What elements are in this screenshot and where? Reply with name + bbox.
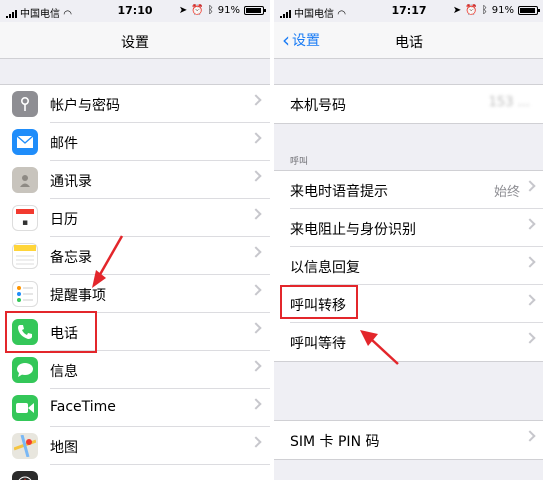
page-title: 电话 bbox=[395, 35, 423, 51]
chevron-right-icon bbox=[250, 436, 262, 448]
highlight-box bbox=[280, 285, 358, 319]
sim-pin-label: SIM 卡 PIN 码 bbox=[290, 434, 380, 450]
settings-item-label: 地图 bbox=[50, 440, 78, 456]
my-number-value: 153 ... bbox=[488, 95, 530, 110]
settings-item-label: 信息 bbox=[50, 364, 78, 380]
settings-item-calendar[interactable]: ▪ 日历 bbox=[0, 199, 270, 237]
calls-list: 来电时语音提示 始终 来电阻止与身份识别 以信息回复 呼叫转移 呼叫等待 bbox=[274, 170, 543, 362]
my-number-group: 本机号码 153 ... bbox=[274, 84, 543, 124]
announce-calls-label: 来电时语音提示 bbox=[290, 184, 388, 200]
my-number-row[interactable]: 本机号码 153 ... bbox=[274, 85, 543, 123]
settings-item-accounts[interactable]: 帐户与密码 bbox=[0, 85, 270, 123]
notes-icon bbox=[12, 243, 38, 269]
chevron-right-icon bbox=[524, 294, 536, 306]
settings-item-label: 邮件 bbox=[50, 136, 78, 152]
chevron-right-icon bbox=[250, 360, 262, 372]
call-blocking-row[interactable]: 来电阻止与身份识别 bbox=[274, 209, 543, 247]
chevron-right-icon bbox=[250, 398, 262, 410]
settings-item-maps[interactable]: 地图 bbox=[0, 427, 270, 465]
chevron-right-icon bbox=[250, 322, 262, 334]
settings-item-label: 帐户与密码 bbox=[50, 98, 120, 114]
contacts-icon bbox=[12, 167, 38, 193]
maps-icon bbox=[12, 433, 38, 459]
settings-item-reminders[interactable]: 提醒事项 bbox=[0, 275, 270, 313]
respond-with-text-label: 以信息回复 bbox=[290, 260, 360, 276]
alarm-icon: ⏰ bbox=[191, 5, 204, 16]
message-icon bbox=[12, 357, 38, 383]
mail-icon bbox=[12, 129, 38, 155]
location-icon: ➤ bbox=[178, 5, 188, 16]
annotation-arrow-icon bbox=[360, 330, 399, 365]
settings-item-compass[interactable] bbox=[0, 465, 270, 480]
battery-percent: 91% bbox=[217, 5, 240, 16]
chevron-right-icon bbox=[524, 180, 536, 192]
key-icon bbox=[12, 91, 38, 117]
battery-icon bbox=[244, 6, 266, 15]
highlight-box bbox=[5, 311, 97, 353]
phone-settings-screen: 中国电信 ◠ 17:17 ➤ ⏰ ᛒ 91% ‹ 设置 电话 本机号码 153 … bbox=[274, 0, 543, 480]
status-bar: 中国电信 ◠ 17:10 ➤ ⏰ ᛒ 91% bbox=[0, 0, 270, 22]
settings-screen: 中国电信 ◠ 17:10 ➤ ⏰ ᛒ 91% 设置 帐户与密码 邮件 通讯录 ▪… bbox=[0, 0, 270, 480]
compass-icon bbox=[12, 471, 38, 480]
settings-item-messages[interactable]: 信息 bbox=[0, 351, 270, 389]
chevron-right-icon bbox=[524, 332, 536, 344]
respond-with-text-row[interactable]: 以信息回复 bbox=[274, 247, 543, 285]
chevron-right-icon bbox=[524, 218, 536, 230]
battery-percent: 91% bbox=[491, 5, 514, 16]
chevron-right-icon bbox=[250, 208, 262, 220]
settings-list: 帐户与密码 邮件 通讯录 ▪ 日历 备忘录 提醒事项 电话 信息 FaceTim… bbox=[0, 84, 270, 480]
annotation-arrow-icon bbox=[92, 235, 124, 288]
status-bar: 中国电信 ◠ 17:17 ➤ ⏰ ᛒ 91% bbox=[274, 0, 543, 22]
sim-group: SIM 卡 PIN 码 bbox=[274, 420, 543, 460]
battery-icon bbox=[518, 6, 540, 15]
sim-pin-row[interactable]: SIM 卡 PIN 码 bbox=[274, 421, 543, 459]
settings-item-notes[interactable]: 备忘录 bbox=[0, 237, 270, 275]
bluetooth-icon: ᛒ bbox=[481, 5, 488, 16]
page-title: 设置 bbox=[121, 35, 149, 51]
bluetooth-icon: ᛒ bbox=[207, 5, 214, 16]
svg-text:▪: ▪ bbox=[22, 218, 28, 227]
reminders-icon bbox=[12, 281, 38, 307]
chevron-right-icon bbox=[250, 284, 262, 296]
alarm-icon: ⏰ bbox=[465, 5, 478, 16]
chevron-right-icon bbox=[250, 246, 262, 258]
call-blocking-label: 来电阻止与身份识别 bbox=[290, 222, 416, 238]
facetime-icon bbox=[12, 395, 38, 421]
nav-bar: ‹ 设置 电话 bbox=[274, 22, 543, 59]
settings-item-label: 备忘录 bbox=[50, 250, 92, 266]
settings-item-facetime[interactable]: FaceTime bbox=[0, 389, 270, 427]
settings-item-mail[interactable]: 邮件 bbox=[0, 123, 270, 161]
settings-item-label: 日历 bbox=[50, 212, 78, 228]
chevron-right-icon bbox=[524, 430, 536, 442]
call-waiting-row[interactable]: 呼叫等待 bbox=[274, 323, 543, 361]
settings-item-label: 通讯录 bbox=[50, 174, 92, 190]
settings-item-contacts[interactable]: 通讯录 bbox=[0, 161, 270, 199]
chevron-right-icon bbox=[250, 170, 262, 182]
nav-bar: 设置 bbox=[0, 22, 270, 59]
announce-calls-row[interactable]: 来电时语音提示 始终 bbox=[274, 171, 543, 209]
settings-item-label: FaceTime bbox=[50, 399, 116, 415]
calendar-icon: ▪ bbox=[12, 205, 38, 231]
chevron-right-icon bbox=[250, 94, 262, 106]
location-icon: ➤ bbox=[452, 5, 462, 16]
chevron-right-icon bbox=[524, 256, 536, 268]
section-header-calls: 呼叫 bbox=[290, 157, 309, 167]
call-waiting-label: 呼叫等待 bbox=[290, 336, 346, 352]
my-number-label: 本机号码 bbox=[290, 98, 346, 114]
announce-calls-value: 始终 bbox=[493, 185, 520, 200]
chevron-right-icon bbox=[250, 132, 262, 144]
